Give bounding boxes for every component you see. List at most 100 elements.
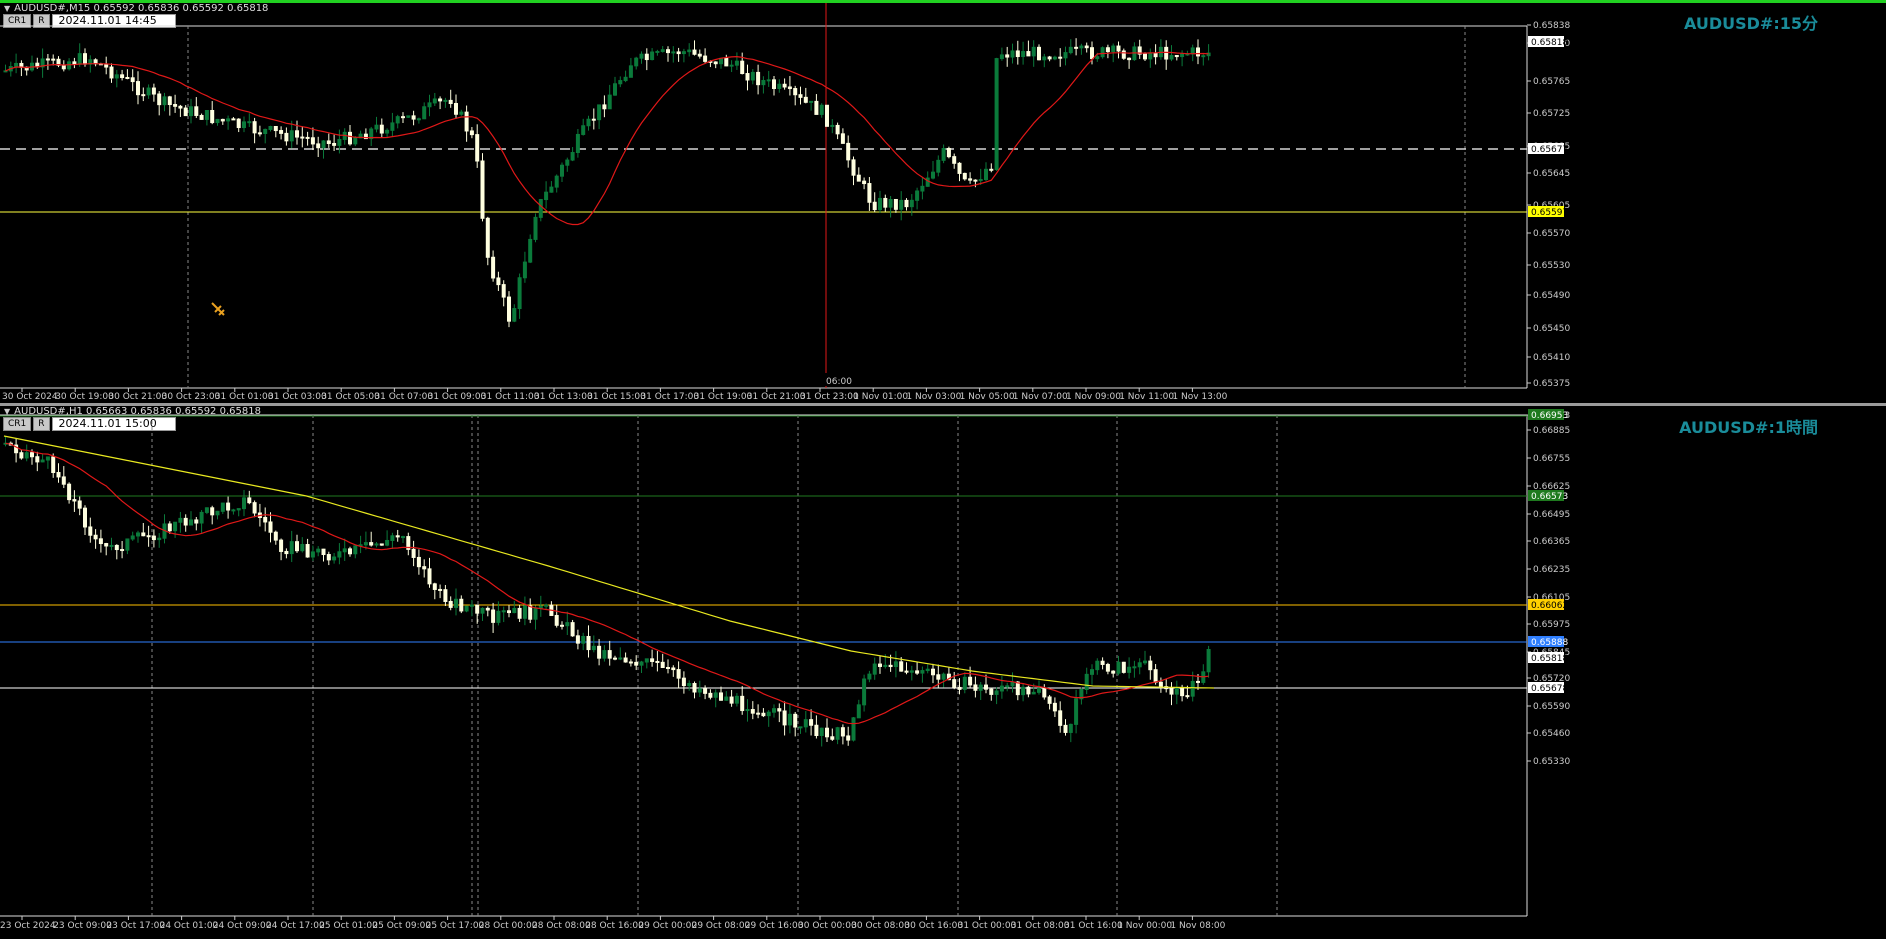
time-tick-label: 1 Nov 03:00 bbox=[906, 392, 961, 402]
candle bbox=[199, 511, 204, 524]
price-tick-label: 0.65645 bbox=[1533, 169, 1570, 179]
candle bbox=[284, 132, 289, 142]
candle bbox=[61, 476, 66, 485]
candle bbox=[507, 610, 511, 614]
time-tick-label: 31 Oct 21:00 bbox=[747, 392, 806, 402]
candle bbox=[999, 685, 1004, 692]
candle bbox=[687, 49, 692, 53]
candle bbox=[618, 657, 623, 660]
candle bbox=[570, 152, 575, 161]
candle bbox=[1074, 698, 1079, 725]
time-tick-label: 30 Oct 2024 bbox=[2, 392, 58, 402]
candle bbox=[247, 497, 252, 504]
candle bbox=[533, 607, 538, 620]
candle bbox=[1005, 685, 1010, 688]
candle bbox=[607, 94, 612, 110]
candle bbox=[236, 118, 241, 129]
candle bbox=[406, 115, 411, 118]
time-tick-label: 28 Oct 16:00 bbox=[585, 921, 644, 931]
candle bbox=[114, 544, 119, 551]
candle bbox=[337, 551, 342, 558]
candle bbox=[348, 131, 352, 145]
candle bbox=[878, 663, 882, 667]
time-tick-label: 31 Oct 16:00 bbox=[1064, 921, 1123, 931]
candle bbox=[650, 51, 655, 61]
candle bbox=[936, 674, 941, 680]
candle bbox=[713, 61, 718, 65]
time-tick-label: 29 Oct 00:00 bbox=[638, 921, 697, 931]
candle bbox=[30, 452, 34, 458]
candle bbox=[793, 88, 798, 96]
candle bbox=[740, 60, 745, 75]
price-tick-label: 0.65530 bbox=[1533, 261, 1570, 271]
candle bbox=[252, 502, 257, 514]
candle bbox=[363, 542, 368, 546]
candle bbox=[183, 107, 188, 117]
candle bbox=[459, 598, 464, 612]
time-tick-label: 28 Oct 08:00 bbox=[532, 921, 591, 931]
candle bbox=[231, 509, 236, 512]
candle bbox=[194, 106, 199, 116]
candle bbox=[1090, 669, 1094, 675]
candle bbox=[67, 483, 72, 501]
candle bbox=[411, 115, 416, 120]
price-tag-label: 0.66573 bbox=[1531, 492, 1568, 502]
candle bbox=[1105, 663, 1110, 672]
candle bbox=[517, 277, 522, 310]
candle bbox=[634, 57, 639, 67]
chart-pane-h1[interactable]: ▼ AUDUSD#,H1 0.65663 0.65836 0.65592 0.65… bbox=[0, 406, 1886, 939]
candle bbox=[946, 148, 951, 158]
candle bbox=[1158, 681, 1163, 688]
candle bbox=[681, 677, 686, 687]
candle bbox=[1042, 687, 1047, 698]
candle bbox=[745, 709, 750, 712]
candle bbox=[777, 708, 782, 712]
time-tick-label: 24 Oct 17:00 bbox=[266, 921, 325, 931]
candle bbox=[432, 583, 437, 590]
candle bbox=[528, 238, 533, 263]
candle bbox=[952, 679, 957, 688]
candle bbox=[1174, 54, 1179, 58]
candle bbox=[575, 635, 580, 644]
chart-pane-m15[interactable]: ▼ AUDUSD#,M15 0.65592 0.65836 0.65592 0.6… bbox=[0, 3, 1886, 403]
candle bbox=[957, 162, 962, 174]
candle bbox=[634, 661, 639, 666]
candle bbox=[962, 172, 967, 180]
time-tick-label: 29 Oct 16:00 bbox=[745, 921, 804, 931]
candle bbox=[1148, 52, 1153, 60]
price-tick-label: 0.66495 bbox=[1533, 510, 1570, 520]
price-chart-m15[interactable]: 0.658380.658000.657650.657250.656850.656… bbox=[0, 3, 1886, 403]
candle bbox=[1180, 687, 1185, 697]
candle bbox=[401, 116, 405, 119]
candle bbox=[1090, 47, 1094, 60]
candle bbox=[512, 308, 517, 322]
candle bbox=[279, 130, 284, 134]
price-tick-label: 0.66755 bbox=[1533, 454, 1570, 464]
price-tick-label: 0.65975 bbox=[1533, 620, 1570, 630]
candle bbox=[353, 137, 358, 145]
time-tick-label: 31 Oct 01:00 bbox=[215, 392, 274, 402]
candle bbox=[565, 622, 570, 627]
candle bbox=[750, 71, 755, 81]
candle bbox=[915, 670, 920, 674]
candle bbox=[1021, 686, 1026, 696]
candle bbox=[528, 605, 533, 620]
candle bbox=[114, 74, 119, 79]
candle bbox=[655, 660, 660, 663]
candle bbox=[14, 62, 19, 68]
candle bbox=[517, 607, 522, 619]
candle bbox=[846, 142, 851, 161]
candle bbox=[724, 696, 729, 701]
candle bbox=[522, 605, 527, 619]
candle bbox=[613, 657, 617, 660]
price-chart-h1[interactable]: 0.669530.668850.667550.666250.664950.663… bbox=[0, 406, 1886, 939]
candle bbox=[798, 94, 803, 98]
candle bbox=[385, 539, 390, 546]
candle bbox=[899, 661, 904, 672]
candle bbox=[591, 118, 596, 121]
candle bbox=[263, 517, 268, 523]
candle bbox=[697, 53, 702, 57]
candle bbox=[692, 683, 697, 693]
candle bbox=[602, 104, 607, 110]
candle bbox=[167, 523, 172, 532]
